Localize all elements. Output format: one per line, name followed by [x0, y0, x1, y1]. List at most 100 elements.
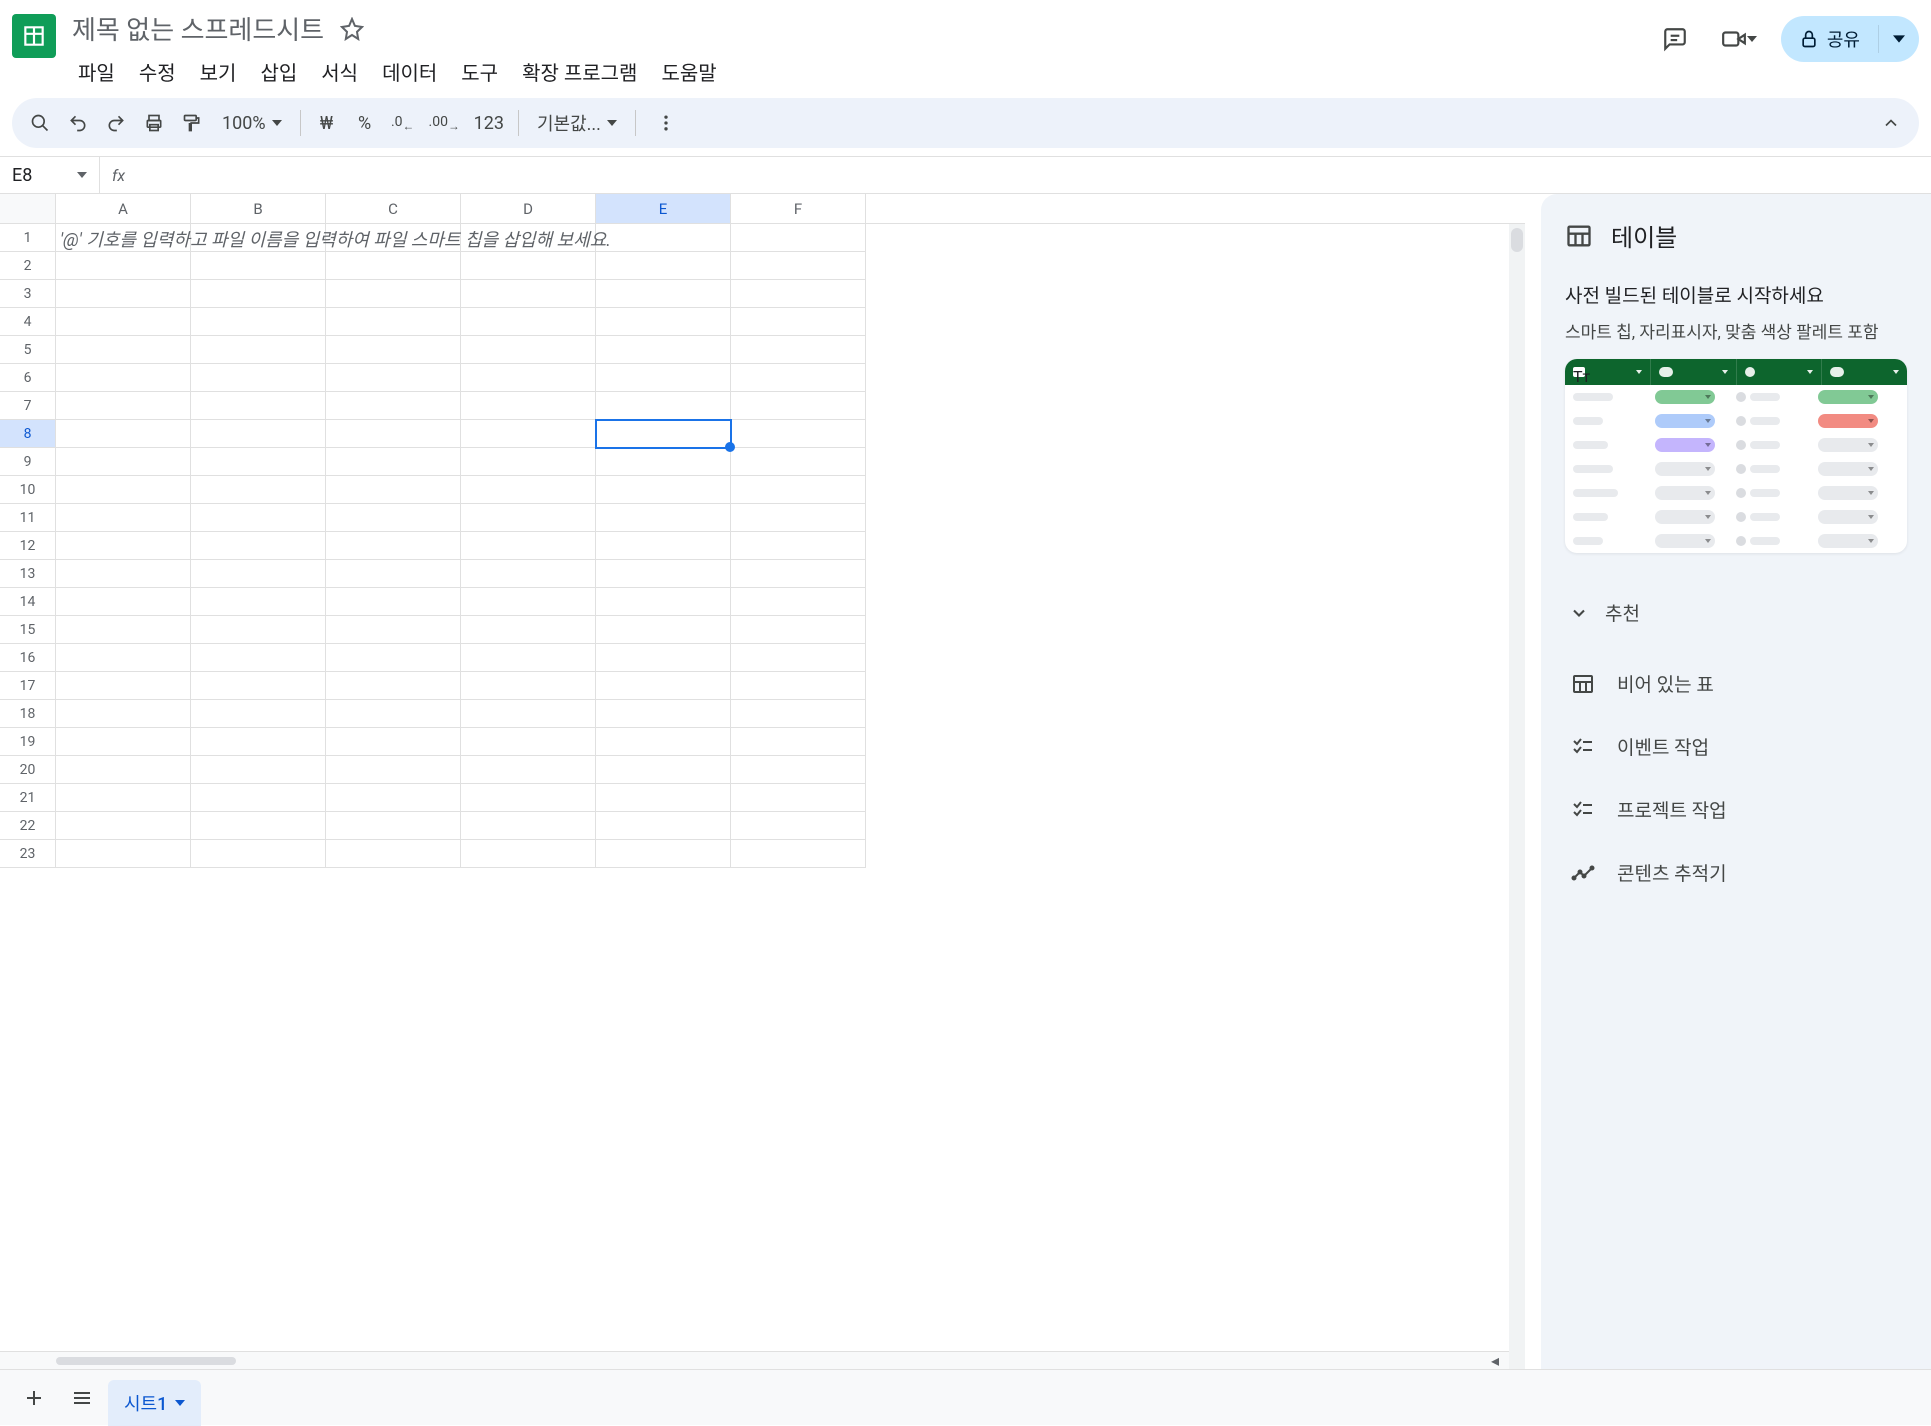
share-dropdown[interactable] — [1878, 25, 1919, 53]
recommended-section-toggle[interactable]: 추천 — [1565, 589, 1907, 636]
cell-F13[interactable] — [731, 560, 866, 588]
print-button[interactable] — [136, 105, 172, 141]
row-header-1[interactable]: 1 — [0, 224, 56, 252]
cell-B20[interactable] — [191, 756, 326, 784]
cell-C23[interactable] — [326, 840, 461, 868]
cell-B7[interactable] — [191, 392, 326, 420]
column-header-E[interactable]: E — [596, 194, 731, 223]
cell-B4[interactable] — [191, 308, 326, 336]
row-header-7[interactable]: 7 — [0, 392, 56, 420]
cell-C17[interactable] — [326, 672, 461, 700]
cell-A3[interactable] — [56, 280, 191, 308]
horizontal-scrollbar[interactable] — [56, 1354, 1427, 1368]
cell-C12[interactable] — [326, 532, 461, 560]
cell-E5[interactable] — [596, 336, 731, 364]
row-header-8[interactable]: 8 — [0, 420, 56, 448]
cell-D8[interactable] — [461, 420, 596, 448]
cell-C22[interactable] — [326, 812, 461, 840]
cell-F21[interactable] — [731, 784, 866, 812]
cell-A6[interactable] — [56, 364, 191, 392]
cell-D7[interactable] — [461, 392, 596, 420]
cell-E4[interactable] — [596, 308, 731, 336]
cell-A20[interactable] — [56, 756, 191, 784]
grid-body[interactable]: 1'@' 기호를 입력하고 파일 이름을 입력하여 파일 스마트 칩을 삽입해 … — [0, 224, 1525, 1351]
cell-F8[interactable] — [731, 420, 866, 448]
formula-input[interactable] — [137, 157, 1931, 193]
row-header-22[interactable]: 22 — [0, 812, 56, 840]
cell-B13[interactable] — [191, 560, 326, 588]
cell-E9[interactable] — [596, 448, 731, 476]
cell-B16[interactable] — [191, 644, 326, 672]
cell-F10[interactable] — [731, 476, 866, 504]
cell-E3[interactable] — [596, 280, 731, 308]
row-header-4[interactable]: 4 — [0, 308, 56, 336]
cell-F22[interactable] — [731, 812, 866, 840]
cell-E22[interactable] — [596, 812, 731, 840]
select-all-corner[interactable] — [0, 194, 56, 223]
cell-C5[interactable] — [326, 336, 461, 364]
cell-F6[interactable] — [731, 364, 866, 392]
cell-F14[interactable] — [731, 588, 866, 616]
menu-data[interactable]: 데이터 — [372, 53, 447, 90]
cell-A1[interactable]: '@' 기호를 입력하고 파일 이름을 입력하여 파일 스마트 칩을 삽입해 보… — [56, 224, 191, 252]
cell-A5[interactable] — [56, 336, 191, 364]
name-box[interactable]: E8 — [0, 157, 100, 193]
menu-format[interactable]: 서식 — [311, 53, 368, 90]
cell-F9[interactable] — [731, 448, 866, 476]
cell-A12[interactable] — [56, 532, 191, 560]
cell-D15[interactable] — [461, 616, 596, 644]
collapse-toolbar-button[interactable] — [1873, 105, 1909, 141]
cell-E6[interactable] — [596, 364, 731, 392]
cell-C16[interactable] — [326, 644, 461, 672]
cell-B5[interactable] — [191, 336, 326, 364]
cell-C13[interactable] — [326, 560, 461, 588]
cell-A9[interactable] — [56, 448, 191, 476]
row-header-19[interactable]: 19 — [0, 728, 56, 756]
cell-D21[interactable] — [461, 784, 596, 812]
cell-F12[interactable] — [731, 532, 866, 560]
cell-C6[interactable] — [326, 364, 461, 392]
row-header-18[interactable]: 18 — [0, 700, 56, 728]
horizontal-scroll-thumb[interactable] — [56, 1357, 236, 1365]
format-123-button[interactable]: 123 — [468, 105, 510, 141]
menu-tools[interactable]: 도구 — [451, 53, 508, 90]
sheets-logo[interactable] — [12, 14, 56, 58]
cell-C10[interactable] — [326, 476, 461, 504]
menu-extensions[interactable]: 확장 프로그램 — [512, 53, 647, 90]
cell-D20[interactable] — [461, 756, 596, 784]
cell-C15[interactable] — [326, 616, 461, 644]
search-button[interactable] — [22, 105, 58, 141]
menu-file[interactable]: 파일 — [68, 53, 125, 90]
all-sheets-button[interactable] — [60, 1376, 104, 1420]
cell-F20[interactable] — [731, 756, 866, 784]
cell-E10[interactable] — [596, 476, 731, 504]
panel-option-1[interactable]: 이벤트 작업 — [1565, 715, 1907, 778]
star-icon[interactable] — [340, 17, 364, 41]
cell-F2[interactable] — [731, 252, 866, 280]
row-header-2[interactable]: 2 — [0, 252, 56, 280]
row-header-23[interactable]: 23 — [0, 840, 56, 868]
panel-option-3[interactable]: 콘텐츠 추적기 — [1565, 841, 1907, 904]
menu-view[interactable]: 보기 — [190, 53, 247, 90]
cell-A19[interactable] — [56, 728, 191, 756]
cell-D3[interactable] — [461, 280, 596, 308]
cell-F7[interactable] — [731, 392, 866, 420]
cell-E2[interactable] — [596, 252, 731, 280]
decrease-decimal-button[interactable]: .0← — [385, 105, 421, 141]
sheet-tab-active[interactable]: 시트1 — [108, 1380, 201, 1426]
cell-E16[interactable] — [596, 644, 731, 672]
cell-D5[interactable] — [461, 336, 596, 364]
table-preview[interactable]: Tт — [1565, 359, 1907, 553]
cell-A15[interactable] — [56, 616, 191, 644]
share-button[interactable]: 공유 — [1781, 16, 1878, 62]
cell-fill-handle[interactable] — [725, 442, 735, 452]
cell-E21[interactable] — [596, 784, 731, 812]
cell-D2[interactable] — [461, 252, 596, 280]
cell-D18[interactable] — [461, 700, 596, 728]
cell-A16[interactable] — [56, 644, 191, 672]
cell-A17[interactable] — [56, 672, 191, 700]
cell-C21[interactable] — [326, 784, 461, 812]
increase-decimal-button[interactable]: .00→ — [423, 105, 466, 141]
cell-D4[interactable] — [461, 308, 596, 336]
cell-E20[interactable] — [596, 756, 731, 784]
